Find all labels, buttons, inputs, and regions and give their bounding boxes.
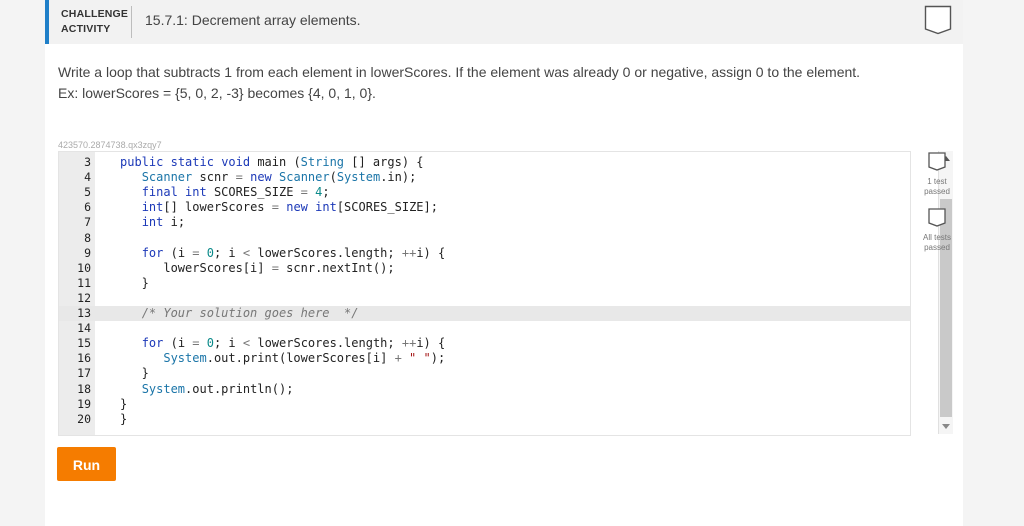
- test-1-label: 1 test passed: [917, 177, 957, 197]
- instructions-example: Ex: lowerScores = {5, 0, 2, -3} becomes …: [58, 85, 376, 101]
- completion-badge-icon: [924, 5, 952, 35]
- code-text[interactable]: }: [120, 276, 149, 291]
- code-line[interactable]: 7 int i;: [59, 215, 910, 230]
- code-editor[interactable]: 3 public static void main (String [] args…: [58, 151, 911, 436]
- code-text[interactable]: lowerScores[i] = scnr.nextInt();: [120, 261, 394, 276]
- code-line[interactable]: 20}: [59, 412, 910, 427]
- line-number: 4: [84, 170, 91, 185]
- code-text[interactable]: int i;: [120, 215, 185, 230]
- line-number: 7: [84, 215, 91, 230]
- line-number: 16: [77, 351, 91, 366]
- code-line[interactable]: 14: [59, 321, 910, 336]
- line-number: 6: [84, 200, 91, 215]
- code-line[interactable]: 19}: [59, 397, 910, 412]
- line-number: 3: [84, 155, 91, 169]
- line-number: 15: [77, 336, 91, 351]
- test-2-label-line2: passed: [924, 243, 950, 252]
- test-1-badge-icon: [928, 152, 946, 171]
- activity-type-line1: CHALLENGE: [61, 8, 129, 20]
- code-text[interactable]: System.out.print(lowerScores[i] + " ");: [120, 351, 445, 366]
- activity-title: 15.7.1: Decrement array elements.: [145, 12, 361, 28]
- activity-header: CHALLENGE ACTIVITY 15.7.1: Decrement arr…: [45, 0, 963, 44]
- line-number: 10: [77, 260, 91, 275]
- code-line[interactable]: 11 }: [59, 276, 910, 291]
- instructions-line1: Write a loop that subtracts 1 from each …: [58, 64, 861, 80]
- line-number: 14: [77, 321, 91, 336]
- instructions: Write a loop that subtracts 1 from each …: [58, 62, 860, 104]
- code-text[interactable]: for (i = 0; i < lowerScores.length; ++i)…: [120, 336, 446, 351]
- code-line[interactable]: 8: [59, 231, 910, 246]
- line-number: 18: [77, 381, 91, 396]
- code-text[interactable]: final int SCORES_SIZE = 4;: [120, 185, 330, 200]
- code-line[interactable]: 16 System.out.print(lowerScores[i] + " "…: [59, 351, 910, 366]
- line-number: 8: [84, 230, 91, 245]
- line-number: 13: [77, 306, 91, 320]
- activity-type-line2: ACTIVITY: [61, 23, 111, 35]
- activity-type-label: CHALLENGE ACTIVITY: [61, 7, 128, 37]
- code-text[interactable]: int[] lowerScores = new int[SCORES_SIZE]…: [120, 200, 438, 215]
- line-number: 9: [84, 245, 91, 260]
- line-number: 17: [77, 366, 91, 381]
- header-accent-bar: [45, 0, 49, 44]
- scroll-down-icon[interactable]: [942, 424, 950, 429]
- line-number: 19: [77, 396, 91, 411]
- code-text[interactable]: System.out.println();: [120, 382, 294, 397]
- code-text[interactable]: }: [120, 397, 127, 412]
- line-number: 12: [77, 290, 91, 305]
- header-divider: [131, 6, 132, 38]
- code-text[interactable]: }: [120, 366, 149, 381]
- run-button[interactable]: Run: [57, 447, 116, 481]
- code-line[interactable]: 13 /* Your solution goes here */: [59, 306, 910, 321]
- test-1-label-line2: passed: [924, 187, 950, 196]
- code-text[interactable]: /* Your solution goes here */: [120, 306, 359, 321]
- code-text[interactable]: Scanner scnr = new Scanner(System.in);: [120, 170, 417, 185]
- test-2-badge-icon: [928, 208, 946, 227]
- code-text[interactable]: public static void main (String [] args)…: [120, 155, 424, 170]
- code-id: 423570.2874738.qx3zqy7: [58, 140, 162, 150]
- code-line[interactable]: 3 public static void main (String [] args…: [59, 155, 910, 170]
- scrollbar-thumb[interactable]: [940, 199, 952, 417]
- code-line[interactable]: 15 for (i = 0; i < lowerScores.length; +…: [59, 336, 910, 351]
- code-text[interactable]: for (i = 0; i < lowerScores.length; ++i)…: [120, 246, 446, 261]
- code-line[interactable]: 4 Scanner scnr = new Scanner(System.in);: [59, 170, 910, 185]
- code-line[interactable]: 12: [59, 291, 910, 306]
- line-number: 5: [84, 185, 91, 200]
- code-line[interactable]: 9 for (i = 0; i < lowerScores.length; ++…: [59, 246, 910, 261]
- line-number: 11: [77, 275, 91, 290]
- challenge-card: CHALLENGE ACTIVITY 15.7.1: Decrement arr…: [45, 0, 963, 526]
- code-line[interactable]: 17 }: [59, 366, 910, 381]
- test-2-label-line1: All tests: [922, 233, 951, 242]
- code-line[interactable]: 18 System.out.println();: [59, 382, 910, 397]
- code-text[interactable]: }: [120, 412, 127, 427]
- test-1-label-line1: 1 test: [927, 177, 947, 186]
- code-line[interactable]: 5 final int SCORES_SIZE = 4;: [59, 185, 910, 200]
- code-line[interactable]: 6 int[] lowerScores = new int[SCORES_SIZ…: [59, 200, 910, 215]
- line-number: 20: [77, 411, 91, 426]
- test-2-label: All tests passed: [917, 233, 957, 253]
- code-line[interactable]: 10 lowerScores[i] = scnr.nextInt();: [59, 261, 910, 276]
